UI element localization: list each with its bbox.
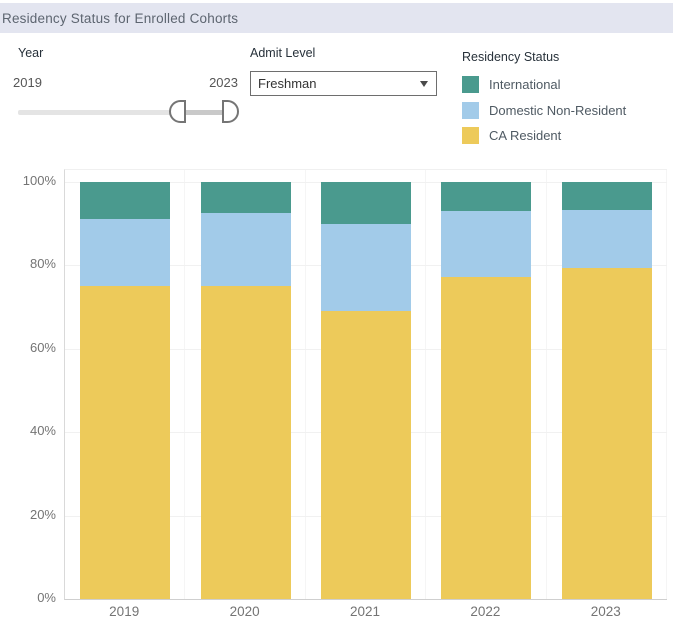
bar-segment-2023-ca-resident[interactable] bbox=[561, 268, 652, 599]
bar-segment-2023-international[interactable] bbox=[561, 182, 652, 211]
bar-segment-2022-international[interactable] bbox=[441, 182, 532, 211]
stacked-bar-chart bbox=[64, 169, 667, 600]
bar-segment-2020-international[interactable] bbox=[200, 182, 291, 214]
legend: International Domestic Non-Resident CA Res… bbox=[462, 76, 626, 153]
x-tick-label-2023: 2023 bbox=[590, 604, 621, 619]
year-filter-label: Year bbox=[18, 46, 44, 60]
slider-right-handle[interactable] bbox=[222, 100, 239, 123]
y-tick-label-20%: 20% bbox=[29, 506, 56, 522]
column-divider bbox=[546, 170, 547, 599]
legend-title: Residency Status bbox=[462, 50, 560, 64]
legend-swatch bbox=[462, 127, 479, 144]
y-tick-label-100%: 100% bbox=[22, 173, 56, 188]
y-tick-label-80%: 80% bbox=[29, 256, 56, 272]
bar-segment-2021-ca-resident[interactable] bbox=[321, 311, 411, 599]
bar-segment-2019-domestic-non-resident[interactable] bbox=[80, 218, 171, 287]
bar-segment-2021-domestic-non-resident[interactable] bbox=[321, 223, 411, 312]
bar-segment-2020-ca-resident[interactable] bbox=[200, 286, 291, 599]
slider-left-handle[interactable] bbox=[169, 100, 186, 123]
bar-segment-2022-domestic-non-resident[interactable] bbox=[441, 210, 532, 277]
year-range-min-label: 2019 bbox=[13, 75, 42, 90]
x-tick-label-2020: 2020 bbox=[229, 604, 260, 619]
chevron-down-icon bbox=[420, 80, 428, 87]
x-tick-label-2022: 2022 bbox=[470, 604, 501, 619]
admit-level-selected-value: Freshman bbox=[258, 76, 317, 91]
column-divider bbox=[184, 170, 185, 599]
page-title: Residency Status for Enrolled Cohorts bbox=[2, 10, 239, 26]
bar-segment-2023-domestic-non-resident[interactable] bbox=[561, 210, 652, 269]
admit-level-filter-label: Admit Level bbox=[250, 46, 316, 60]
bar-segment-2019-ca-resident[interactable] bbox=[80, 286, 171, 599]
y-tick-label-0%: 0% bbox=[37, 590, 56, 605]
column-divider bbox=[425, 170, 426, 599]
y-tick-label-40%: 40% bbox=[29, 423, 56, 439]
dashboard: Residency Status for Enrolled Cohorts Ye… bbox=[0, 0, 673, 641]
year-range-slider[interactable] bbox=[18, 100, 240, 126]
legend-swatch bbox=[462, 101, 479, 119]
column-divider bbox=[666, 170, 667, 599]
bar-segment-2022-ca-resident[interactable] bbox=[441, 276, 532, 599]
legend-item-label: Domestic Non-Resident bbox=[489, 102, 627, 118]
bar-segment-2019-international[interactable] bbox=[80, 182, 171, 219]
y-axis-title-clip: % of Enrolled Cohort bbox=[0, 272, 6, 497]
x-tick-label-2021: 2021 bbox=[349, 604, 381, 619]
column-divider bbox=[305, 170, 306, 599]
legend-swatch bbox=[462, 76, 479, 93]
year-range-max-label: 2023 bbox=[209, 75, 238, 90]
bar-segment-2020-domestic-non-resident[interactable] bbox=[200, 213, 291, 287]
x-tick-label-2019: 2019 bbox=[109, 604, 140, 619]
legend-item-international[interactable]: International bbox=[462, 76, 626, 93]
legend-item-label: CA Resident bbox=[489, 128, 562, 143]
admit-level-dropdown[interactable]: Freshman bbox=[250, 71, 437, 96]
y-axis-title: % of Enrolled Cohort bbox=[0, 371, 3, 497]
y-tick-label-60%: 60% bbox=[29, 339, 56, 355]
legend-item-domestic-non-resident[interactable]: Domestic Non-Resident bbox=[462, 101, 627, 119]
legend-item-ca-resident[interactable]: CA Resident bbox=[462, 127, 626, 144]
legend-item-label: International bbox=[489, 77, 561, 92]
bar-segment-2021-international[interactable] bbox=[321, 182, 411, 224]
window-title-bar: Residency Status for Enrolled Cohorts bbox=[0, 3, 673, 33]
